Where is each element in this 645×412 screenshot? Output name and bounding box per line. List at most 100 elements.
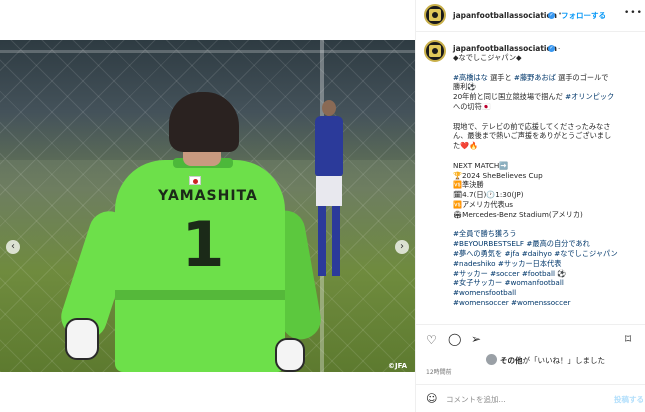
- caption-text-run: 🏆2024 SheBelieves Cup: [453, 170, 543, 180]
- caption-text-run: た❤️🔥: [453, 141, 479, 151]
- hashtag-link[interactable]: #daihyo: [522, 249, 552, 258]
- caption-line: #高橋はな 選手と #藤野あおば 選手のゴールで: [453, 73, 639, 83]
- caption-line: [453, 112, 639, 122]
- action-bar: ♡ ◯ ➢ ⌑ その他が「いいね！」しました: [416, 324, 645, 366]
- caption-line: NEXT MATCH➡️: [453, 161, 639, 171]
- hashtag-link[interactable]: #夢への勇気を: [453, 249, 502, 258]
- post-side-panel: japanfootballassociation ✓ • フォローする ••• …: [415, 0, 645, 412]
- hashtag-link[interactable]: #高橋はな: [453, 73, 488, 82]
- hashtag-link[interactable]: #soccer: [490, 269, 519, 278]
- hashtag-link[interactable]: #女子サッカー: [453, 278, 502, 287]
- hashtag-link[interactable]: #サッカー: [453, 269, 488, 278]
- hashtag-link[interactable]: #womensfootball: [453, 288, 516, 297]
- keeper-right-glove: [275, 338, 305, 372]
- hashtag-link[interactable]: #womensoccer: [453, 298, 509, 307]
- caption-text: ◆なでしこジャパン◆ #高橋はな 選手と #藤野あおば 選手のゴールで 勝利⚽ 20…: [453, 53, 639, 308]
- verified-icon: ✓: [548, 12, 555, 19]
- caption-line: 勝利⚽: [453, 82, 639, 92]
- liker-avatar[interactable]: [486, 354, 497, 365]
- keeper-hair: [169, 92, 239, 152]
- caption-text-run: 現地で、テレビの前で応援してくださったみなさ: [453, 121, 611, 131]
- account-username[interactable]: japanfootballassociation: [453, 11, 557, 20]
- background-player-shorts: [316, 176, 342, 206]
- caption-text-run: ん、最後まで熱いご声援をありがとうございまし: [453, 131, 612, 141]
- keeper-left-glove: [65, 318, 99, 360]
- hashtag-link[interactable]: #womanfootball: [504, 278, 563, 287]
- carousel-prev-button[interactable]: ‹: [6, 240, 20, 254]
- likes-name[interactable]: その他: [500, 356, 523, 365]
- share-icon[interactable]: ➢: [471, 332, 481, 346]
- caption-text-run: 勝利⚽: [453, 82, 477, 92]
- caption-text-run: への切符🇯🇵: [453, 101, 491, 111]
- post-header: japanfootballassociation ✓ • フォローする •••: [416, 0, 645, 32]
- hashtag-link[interactable]: #最高の自分であれ: [526, 239, 589, 248]
- caption-line: [453, 151, 639, 161]
- carousel-next-button[interactable]: ›: [395, 240, 409, 254]
- hashtag-link[interactable]: #nadeshiko: [453, 259, 496, 268]
- comment-input[interactable]: [446, 392, 606, 406]
- caption-text-run: 🆚アメリカ代表us: [453, 199, 514, 209]
- heart-icon[interactable]: ♡: [426, 333, 437, 347]
- caption-line: 🆚準決勝: [453, 180, 639, 190]
- caption-line: 🏆2024 SheBelieves Cup: [453, 171, 639, 181]
- background-player-shirt: [315, 116, 343, 176]
- comment-icon[interactable]: ◯: [448, 332, 461, 346]
- goal-crossbar: [0, 50, 415, 53]
- background-player-head: [322, 100, 336, 116]
- hashtag-link[interactable]: #jfa: [504, 249, 519, 258]
- caption-line: #女子サッカー #womanfootball: [453, 278, 639, 288]
- post-photo[interactable]: YAMASHITA 1 ‹ › ©JFA: [0, 40, 415, 372]
- jersey-number: 1: [181, 208, 225, 281]
- caption-line: 現地で、テレビの前で応援してくださったみなさ: [453, 122, 639, 132]
- caption-line: ◆なでしこジャパン◆: [453, 53, 639, 63]
- caption-avatar[interactable]: [424, 40, 446, 62]
- hashtag-link[interactable]: #藤野あおば: [514, 73, 556, 82]
- jersey-shading: [115, 290, 285, 300]
- bookmark-icon[interactable]: ⌑: [625, 332, 631, 346]
- emoji-icon[interactable]: ☺: [426, 392, 437, 405]
- caption-text-run: 選手と: [487, 72, 514, 82]
- likes-suffix: が「いいね！」しました: [522, 356, 606, 365]
- caption-line: 🏟Mercedes-Benz Stadium(アメリカ): [453, 210, 639, 220]
- account-avatar[interactable]: [424, 4, 446, 26]
- add-comment-bar: ☺ 投稿する: [416, 384, 645, 412]
- caption-line: #全員で勝ち獲ろう: [453, 229, 639, 239]
- hashtag-link[interactable]: #football: [522, 269, 555, 278]
- caption-line: #womensoccer #womenssoccer: [453, 298, 639, 308]
- caption-line: ん、最後まで熱いご声援をありがとうございまし: [453, 131, 639, 141]
- verified-icon: ✓: [548, 45, 555, 52]
- more-options-icon[interactable]: •••: [624, 8, 643, 18]
- hashtag-link[interactable]: #サッカー日本代表: [498, 259, 562, 268]
- hashtag-link[interactable]: #なでしこジャパン: [554, 249, 618, 258]
- caption-text-run: 選手のゴールで: [555, 72, 609, 82]
- background-player-leg: [332, 206, 340, 276]
- caption-line: #womensfootball: [453, 288, 639, 298]
- caption-text-run: 🆚準決勝: [453, 180, 484, 190]
- caption-line: への切符🇯🇵: [453, 102, 639, 112]
- caption-line: #BEYOURBESTSELF #最高の自分であれ: [453, 239, 639, 249]
- caption-text-run: ◆なでしこジャパン◆: [453, 53, 522, 62]
- caption-line: 🆚アメリカ代表us: [453, 200, 639, 210]
- background-player: [312, 100, 346, 290]
- caption-line: [453, 63, 639, 73]
- caption-line: #夢への勇気を #jfa #daihyo #なでしこジャパン: [453, 249, 639, 259]
- caption-text-run: ⚽: [554, 268, 567, 278]
- post-comment-button[interactable]: 投稿する: [614, 394, 644, 405]
- jersey-name: YAMASHITA: [158, 188, 258, 204]
- caption-line: た❤️🔥: [453, 141, 639, 151]
- goalkeeper: YAMASHITA 1: [55, 90, 324, 372]
- caption-text-run: 20年前と同じ国立競技場で掴んだ: [453, 92, 566, 102]
- jfa-logo-icon: [429, 45, 441, 57]
- hashtag-link[interactable]: #BEYOURBESTSELF: [453, 239, 524, 248]
- follow-button[interactable]: フォローする: [561, 10, 606, 21]
- caption-line: #サッカー #soccer #football ⚽: [453, 269, 639, 279]
- backdrop-bottom: [0, 372, 415, 412]
- caption-area: japanfootballassociation ✓ . ◆なでしこジャパン◆ …: [416, 32, 645, 324]
- japan-flag-patch: [189, 176, 201, 185]
- post-timestamp[interactable]: 12時間前: [426, 367, 452, 376]
- likes-summary[interactable]: その他が「いいね！」しました: [500, 355, 605, 366]
- hashtag-link[interactable]: #womenssoccer: [511, 298, 570, 307]
- hashtag-link[interactable]: #全員で勝ち獲ろう: [453, 229, 517, 238]
- hashtag-link[interactable]: #オリンピック: [565, 92, 614, 101]
- caption-username[interactable]: japanfootballassociation: [453, 44, 557, 53]
